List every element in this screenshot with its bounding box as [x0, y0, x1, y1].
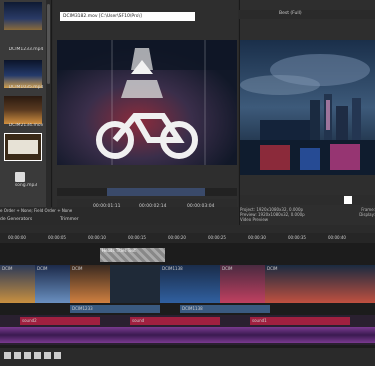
trimmer-video[interactable] [57, 40, 237, 165]
video-clip[interactable]: DCIM [265, 265, 375, 303]
media-thumb[interactable] [4, 2, 42, 30]
tab-trimmer[interactable]: Trimmer [60, 217, 79, 222]
media-label: song.mp3 [14, 183, 38, 188]
play-icon[interactable] [344, 196, 352, 204]
ruler-mark: 00:00:25 [208, 235, 226, 240]
audio-label: sound2 [22, 318, 37, 323]
bin-scrollbar[interactable] [46, 0, 51, 207]
clip-label: DCIM [267, 266, 278, 271]
preview-video[interactable] [240, 40, 375, 175]
audio-file-icon[interactable] [15, 172, 25, 182]
audio-label: sound1 [252, 318, 267, 323]
clip-label: DCIM1233 [72, 306, 93, 311]
preview-quality[interactable]: Best (Full) [279, 11, 302, 16]
media-thumb-selected[interactable] [4, 133, 42, 161]
loop-icon[interactable] [14, 352, 21, 359]
video-clip[interactable]: DCIM1138 [160, 265, 220, 303]
video-clip[interactable]: DCIM1138 [180, 305, 270, 313]
media-label: DCIM2134.mov [8, 123, 44, 128]
video-clip[interactable]: DCIM [70, 265, 110, 303]
clip-label: DCIM1138 [162, 266, 183, 271]
ruler-mark: 00:00:10 [88, 235, 106, 240]
clip-label: DCIM [2, 266, 13, 271]
media-thumb[interactable] [4, 96, 42, 124]
ruler-mark: 00:00:40 [328, 235, 346, 240]
video-track[interactable]: DCIM DCIM DCIM DCIM1138 DCIM DCIM [0, 265, 375, 303]
timeline-tracks[interactable]: Heads Titles Text DCIM DCIM DCIM DCIM113… [0, 243, 375, 348]
video-preview-tab[interactable]: Video Preview [240, 217, 375, 222]
ruler-mark: 00:00:20 [168, 235, 186, 240]
ruler-mark: 00:00:05 [48, 235, 66, 240]
display-label: Display: [359, 212, 375, 217]
clip-label: DCIM [222, 266, 233, 271]
preview-info: Project: 1920x1080x32, 0.000p Frame: Pre… [240, 207, 375, 225]
status-text: e Order + None; Field Order + None [0, 208, 73, 213]
media-thumb[interactable] [4, 60, 42, 88]
ruler-mark: 00:00:30 [248, 235, 266, 240]
audio-track[interactable]: sound2 sound sound1 [0, 315, 375, 345]
video-clip[interactable]: DCIM1233 [70, 305, 160, 313]
audio-label: sound [132, 318, 145, 323]
media-label: DCIM1035.mp4 [8, 85, 44, 90]
clip-label: DCIM1138 [182, 306, 203, 311]
audio-waveform [0, 327, 375, 343]
ruler-mark: 00:00:15 [128, 235, 146, 240]
trimmer-strip[interactable] [57, 188, 237, 196]
pause-icon[interactable] [44, 352, 51, 359]
clip-label: DCIM [72, 266, 83, 271]
trimmer-title: DCIM3182.mov [C:\User\SF10\Pro\] [60, 12, 195, 21]
audio-clip[interactable]: sound2 [20, 317, 100, 325]
preview-toolbar: Best (Full) [239, 10, 375, 19]
audio-clip[interactable]: sound1 [250, 317, 350, 325]
video-clip[interactable]: DCIM [35, 265, 70, 303]
play-icon[interactable] [34, 352, 41, 359]
play-from-start-icon[interactable] [24, 352, 31, 359]
record-icon[interactable] [4, 352, 11, 359]
tab-generators[interactable]: de Generators [0, 217, 32, 222]
audio-clip[interactable]: sound [130, 317, 220, 325]
preview-controls [240, 195, 375, 205]
upper-tabs: e Order + None; Field Order + None Trimm… [0, 207, 238, 225]
clip-label: DCIM [37, 266, 48, 271]
stop-icon[interactable] [54, 352, 61, 359]
media-bin: DCIM1233.mp4 DCIM1035.mp4 DCIM2134.mov s… [0, 0, 52, 207]
video-clip[interactable]: DCIM [0, 265, 35, 303]
video-clip[interactable]: DCIM [220, 265, 265, 303]
title-clip[interactable]: Heads Titles Text [100, 248, 165, 262]
transport-bar [0, 348, 375, 366]
ruler-mark: 00:00:00 [8, 235, 26, 240]
title-clip-label: Heads Titles Text [102, 248, 136, 253]
ruler-mark: 00:00:35 [288, 235, 306, 240]
media-label: DCIM1233.mp4 [8, 47, 44, 52]
timeline-ruler[interactable]: 00:00:00 00:00:05 00:00:10 00:00:15 00:0… [0, 233, 375, 243]
